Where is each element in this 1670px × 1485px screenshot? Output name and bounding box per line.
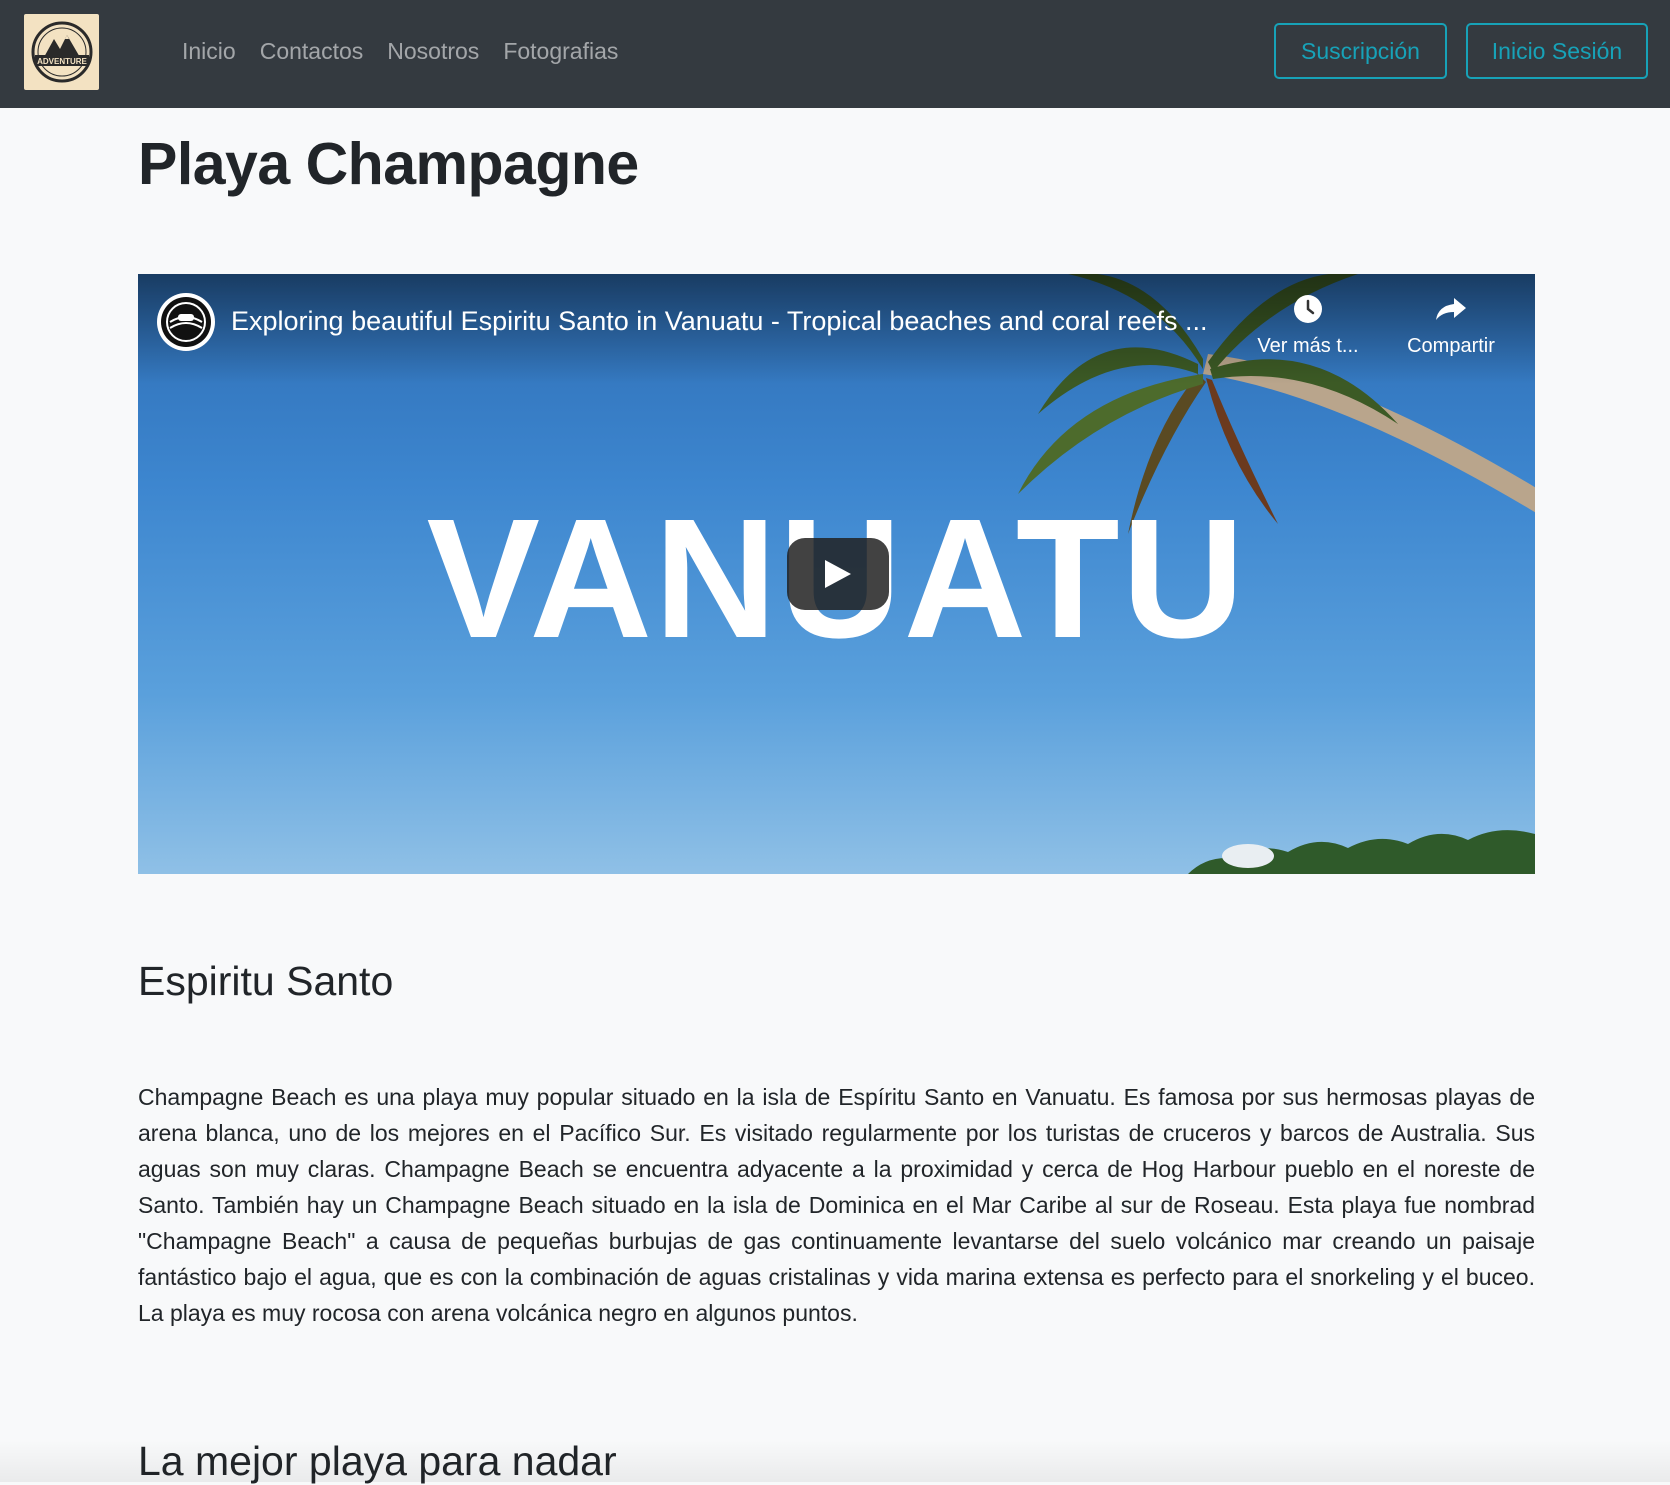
section-paragraph: Champagne Beach es una playa muy popular… [138, 1084, 1535, 1326]
adventure-logo-icon: ADVENTURE [31, 21, 92, 83]
watch-later-button[interactable]: Ver más t... [1248, 294, 1368, 358]
brand-text: ADVENTURE [37, 57, 87, 66]
clock-icon [1294, 295, 1322, 323]
video-title[interactable]: Exploring beautiful Espiritu Santo in Va… [231, 306, 1231, 337]
play-button[interactable] [787, 538, 889, 610]
section-title-mejor-playa: La mejor playa para nadar [138, 1438, 617, 1484]
channel-logo-icon[interactable] [156, 292, 216, 352]
watch-later-label: Ver más t... [1257, 335, 1359, 357]
share-button[interactable]: Compartir [1391, 294, 1511, 358]
play-icon [825, 560, 851, 588]
nav-link-fotografias[interactable]: Fotografias [491, 34, 630, 68]
section-title-espiritu-santo: Espiritu Santo [138, 958, 394, 1004]
share-label: Compartir [1407, 335, 1495, 357]
share-arrow-icon [1436, 298, 1466, 320]
navbar: ADVENTURE Inicio Contactos Nosotros Foto… [0, 0, 1670, 108]
nav-links: Inicio Contactos Nosotros Fotografias [182, 34, 630, 68]
video-player[interactable]: Exploring beautiful Espiritu Santo in Va… [138, 274, 1535, 874]
login-button[interactable]: Inicio Sesión [1466, 23, 1648, 79]
nav-link-contactos[interactable]: Contactos [248, 34, 376, 68]
brand-logo[interactable]: ADVENTURE [24, 14, 99, 90]
page-title: Playa Champagne [138, 131, 639, 197]
nav-link-inicio[interactable]: Inicio [182, 34, 248, 68]
treeline-image [1188, 830, 1535, 874]
subscribe-button[interactable]: Suscripción [1274, 23, 1447, 79]
nav-link-nosotros[interactable]: Nosotros [375, 34, 491, 68]
